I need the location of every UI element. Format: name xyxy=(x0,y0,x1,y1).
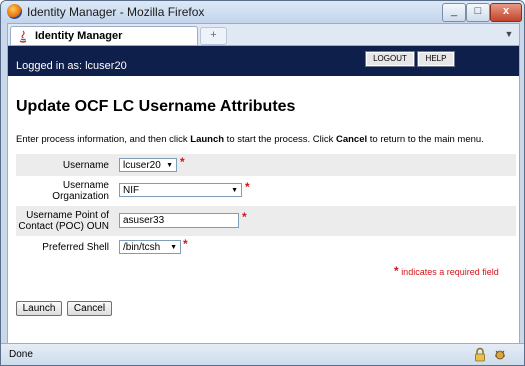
page-title: Update OCF LC Username Attributes xyxy=(16,98,296,115)
tab-label: Identity Manager xyxy=(35,30,123,42)
logout-button[interactable]: LOGOUT xyxy=(365,51,415,67)
poc-value: asuser33 xyxy=(123,215,165,226)
required-star: * xyxy=(183,237,188,251)
chevron-down-icon: ▼ xyxy=(231,187,238,194)
close-button[interactable]: x xyxy=(490,3,522,22)
status-bar: Done xyxy=(1,343,524,365)
instructions-part: to start the process. Click xyxy=(224,134,336,145)
form-row-shell: Preferred Shell /bin/tcsh ▼ * xyxy=(16,237,516,257)
firefox-icon xyxy=(7,4,22,19)
organization-label-line: Username xyxy=(62,180,109,191)
java-icon xyxy=(19,30,27,43)
tab-list-button[interactable]: ▼ xyxy=(501,27,517,43)
app-header: Logged in as: lcuser20 LOGOUT HELP xyxy=(8,46,519,76)
title-bar: Identity Manager - Mozilla Firefox _ □ x xyxy=(1,1,524,23)
poc-label: Username Point of Contact (POC) OUN xyxy=(16,210,109,232)
required-star: * xyxy=(245,180,250,194)
tab-strip: Identity Manager + ▼ xyxy=(7,23,520,46)
required-star: * xyxy=(394,264,399,278)
instructions-cancel: Cancel xyxy=(335,134,368,145)
new-tab-button[interactable]: + xyxy=(200,27,227,45)
tab-identity-manager[interactable]: Identity Manager xyxy=(10,26,198,46)
addon-icon[interactable] xyxy=(493,347,507,362)
instructions-text: Enter process information, and then clic… xyxy=(16,134,484,145)
form-row-username: Username lcuser20 ▼ * xyxy=(16,154,516,176)
form-row-organization: Username Organization NIF ▼ * xyxy=(16,177,516,205)
status-text: Done xyxy=(9,349,33,360)
instructions-part: Enter process information, and then clic… xyxy=(16,134,191,145)
help-button[interactable]: HELP xyxy=(417,51,455,67)
window-title: Identity Manager - Mozilla Firefox xyxy=(27,5,205,19)
poc-label-line: Contact (POC) OUN xyxy=(18,221,109,232)
organization-select[interactable]: NIF ▼ xyxy=(119,183,242,197)
username-label: Username xyxy=(62,160,109,171)
browser-window: Identity Manager - Mozilla Firefox _ □ x… xyxy=(0,0,525,366)
form-row-poc: Username Point of Contact (POC) OUN asus… xyxy=(16,206,516,236)
chevron-down-icon: ▼ xyxy=(166,162,173,169)
required-star: * xyxy=(242,210,247,224)
username-value: lcuser20 xyxy=(123,160,161,171)
page-content: Logged in as: lcuser20 LOGOUT HELP Updat… xyxy=(7,45,520,344)
organization-label-line: Organization xyxy=(52,191,109,202)
shell-label: Preferred Shell xyxy=(42,242,109,253)
organization-value: NIF xyxy=(123,185,140,196)
shell-value: /bin/tcsh xyxy=(123,242,161,253)
cancel-button[interactable]: Cancel xyxy=(67,301,112,316)
organization-label: Username Organization xyxy=(16,180,109,202)
maximize-button[interactable]: □ xyxy=(466,3,490,22)
required-legend: * indicates a required field xyxy=(394,264,499,278)
minimize-button[interactable]: _ xyxy=(442,3,466,22)
launch-button[interactable]: Launch xyxy=(16,301,62,316)
shell-select[interactable]: /bin/tcsh ▼ xyxy=(119,240,181,254)
chevron-down-icon: ▼ xyxy=(170,244,177,251)
required-star: * xyxy=(180,155,185,169)
poc-label-line: Username Point of xyxy=(26,210,109,221)
lock-icon[interactable] xyxy=(474,347,486,362)
instructions-launch: Launch xyxy=(190,134,225,145)
username-select[interactable]: lcuser20 ▼ xyxy=(119,158,177,172)
logged-in-text: Logged in as: lcuser20 xyxy=(16,60,127,72)
required-legend-text: indicates a required field xyxy=(401,267,499,277)
poc-input[interactable]: asuser33 xyxy=(119,213,239,228)
instructions-part: to return to the main menu. xyxy=(367,134,484,145)
